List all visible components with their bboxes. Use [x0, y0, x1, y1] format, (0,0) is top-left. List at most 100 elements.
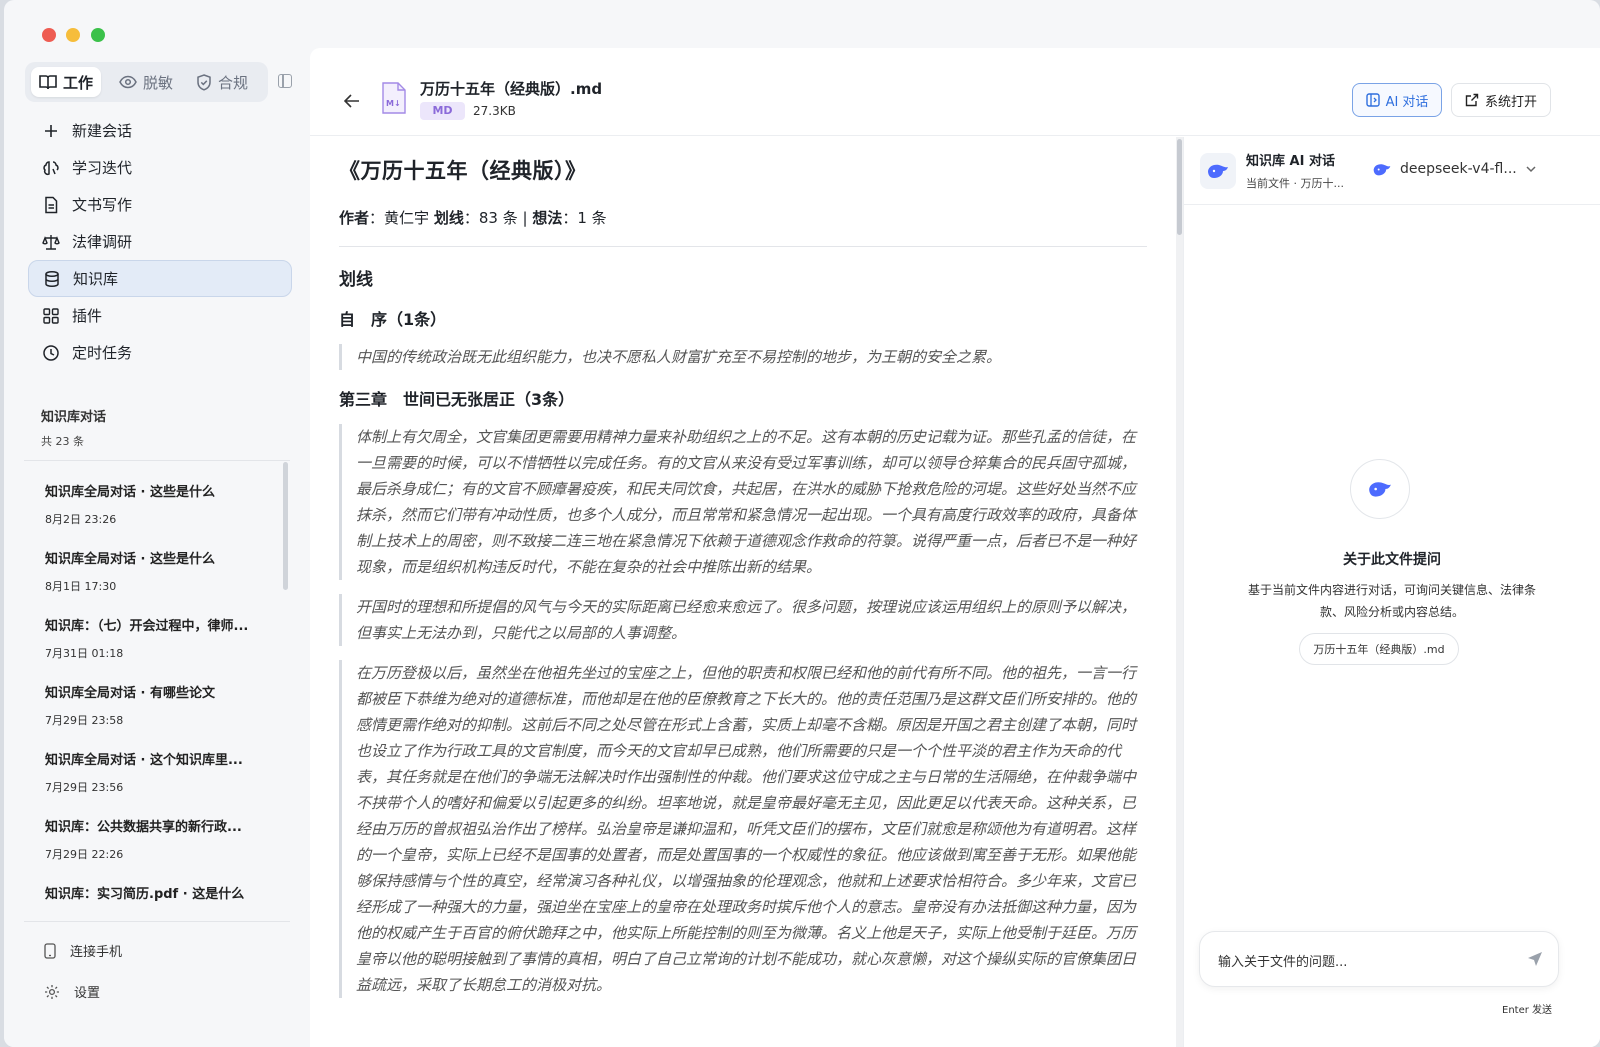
book-icon	[39, 75, 57, 90]
file-name: 万历十五年（经典版）.md	[420, 80, 603, 98]
kb-conversations-title: 知识库对话	[41, 410, 107, 425]
phone-icon	[44, 942, 56, 959]
empty-state-description-line2: 款、风险分析或内容总结。	[1319, 605, 1464, 619]
conversation-list: 知识库全局对话 · 这些是什么 8月2日 23:26 知识库全局对话 · 这些是什…	[28, 472, 282, 914]
nav-scheduled-tasks[interactable]: 定时任务	[28, 334, 292, 371]
list-item[interactable]: 知识库全局对话 · 有哪些论文 7月29日 23:58	[28, 673, 282, 740]
send-icon[interactable]	[1526, 950, 1544, 968]
list-item[interactable]: 知识库全局对话 · 这些是什么 8月1日 17:30	[28, 539, 282, 606]
mode-switcher: 工作 脱敏 合规	[25, 62, 268, 102]
conversation-title: 知识库：（七）开会过程中，律师...	[45, 619, 249, 634]
meta-highlight-label: 划线	[433, 209, 464, 227]
zoom-window-button[interactable]	[91, 28, 105, 42]
grid-icon	[43, 307, 59, 324]
meta-note-label: 想法	[532, 209, 563, 227]
minimize-window-button[interactable]	[66, 28, 80, 42]
chat-header: 知识库 AI 对话 当前文件 · 万历十... deepseek-v4-fl..…	[1184, 137, 1600, 205]
conversation-scrollbar[interactable]	[283, 462, 288, 590]
panel-icon	[1365, 93, 1380, 107]
markdown-file-icon: M↓	[382, 82, 406, 114]
conversation-title: 知识库：实习简历.pdf · 这是什么	[45, 887, 245, 902]
svg-text:M↓: M↓	[386, 99, 401, 108]
connect-phone-button[interactable]: 连接手机	[44, 941, 122, 960]
nav-new-session-label: 新建会话	[72, 122, 133, 140]
scrollbar-thumb[interactable]	[1177, 139, 1182, 235]
divider	[24, 460, 290, 461]
list-item[interactable]: 知识库：实习简历.pdf · 这是什么	[28, 874, 282, 914]
database-icon	[45, 270, 59, 287]
chapter-heading: 第三章 世间已无张居正（3条）	[339, 390, 575, 409]
conversation-title: 知识库：公共数据共享的新行政...	[45, 820, 242, 835]
title-bar	[4, 0, 1600, 48]
plus-icon	[45, 124, 57, 137]
file-type-badge: MD	[420, 102, 465, 120]
highlight-quote: 体制上有欠周全，文官集团更需要用精神力量来补助组织之上的不足。这有本朝的历史记载…	[339, 424, 1147, 580]
app-window: 工作 脱敏 合规 新建会话 学习迭代 文书写作 法律调研 知识库 插件 定时任务…	[4, 0, 1600, 1047]
conversation-title: 知识库全局对话 · 这些是什么	[45, 485, 215, 500]
empty-state-title: 关于此文件提问	[1343, 552, 1441, 568]
segment-work-label: 工作	[63, 73, 94, 92]
meta-author: 黄仁宇	[384, 209, 430, 227]
chat-title: 知识库 AI 对话	[1246, 154, 1335, 169]
nav-legal-research-label: 法律调研	[72, 233, 133, 251]
segment-compliance[interactable]: 合规	[188, 67, 256, 97]
settings-button[interactable]: 设置	[44, 982, 100, 1001]
nav-plugins-label: 插件	[72, 307, 103, 325]
list-item[interactable]: 知识库：公共数据共享的新行政... 7月29日 22:26	[28, 807, 282, 874]
main-panel: M↓ 万历十五年（经典版）.md MD 27.3KB AI 对话 系统打开 《万…	[310, 48, 1600, 1047]
nav-knowledge-base[interactable]: 知识库	[28, 260, 292, 297]
open-with-system-button[interactable]: 系统打开	[1451, 83, 1551, 117]
conversation-date: 7月29日 23:58	[45, 714, 124, 727]
ai-chat-panel: 知识库 AI 对话 当前文件 · 万历十... deepseek-v4-fl..…	[1183, 137, 1600, 1047]
document-icon	[45, 196, 58, 213]
whale-logo-icon	[1200, 153, 1236, 189]
sidebar: 工作 脱敏 合规 新建会话 学习迭代 文书写作 法律调研 知识库 插件 定时任务…	[4, 48, 312, 1047]
enter-to-send-hint: Enter 发送	[1502, 1005, 1553, 1016]
nav-writing-label: 文书写作	[72, 196, 133, 214]
divider	[339, 246, 1147, 247]
question-input[interactable]: 输入关于文件的问题...	[1199, 931, 1559, 987]
ai-chat-button-label: AI 对话	[1385, 94, 1429, 110]
meta-note-count: 1 条	[577, 209, 607, 227]
nav-writing[interactable]: 文书写作	[28, 186, 292, 223]
main-nav: 新建会话 学习迭代 文书写作 法律调研 知识库 插件 定时任务	[28, 112, 292, 371]
sidebar-toggle-icon[interactable]	[278, 74, 292, 88]
section-heading: 划线	[339, 270, 373, 290]
list-item[interactable]: 知识库全局对话 · 这些是什么 8月2日 23:26	[28, 472, 282, 539]
close-window-button[interactable]	[42, 28, 56, 42]
settings-label: 设置	[74, 986, 101, 1001]
segment-desensitize[interactable]: 脱敏	[111, 67, 181, 97]
model-selector[interactable]: deepseek-v4-fl...	[1372, 161, 1537, 177]
meta-author-label: 作者	[339, 209, 370, 227]
list-item[interactable]: 知识库全局对话 · 这个知识库里... 7月29日 23:56	[28, 740, 282, 807]
nav-learning[interactable]: 学习迭代	[28, 149, 292, 186]
file-size: 27.3KB	[473, 104, 516, 118]
list-item[interactable]: 知识库：（七）开会过程中，律师... 7月31日 01:18	[28, 606, 282, 673]
conversation-title: 知识库全局对话 · 这些是什么	[45, 552, 215, 567]
connect-phone-label: 连接手机	[70, 945, 123, 960]
segment-compliance-label: 合规	[218, 73, 249, 92]
ai-chat-button[interactable]: AI 对话	[1352, 83, 1442, 117]
nav-legal-research[interactable]: 法律调研	[28, 223, 292, 260]
back-arrow-icon[interactable]	[343, 92, 360, 113]
open-with-system-label: 系统打开	[1484, 94, 1537, 110]
nav-plugins[interactable]: 插件	[28, 297, 292, 334]
document-scrollbar[interactable]	[1176, 137, 1183, 1047]
gear-icon	[45, 984, 59, 999]
conversation-title: 知识库全局对话 · 这个知识库里...	[45, 753, 243, 768]
conversation-title: 知识库全局对话 · 有哪些论文	[45, 686, 215, 701]
kb-conversations-header: 知识库对话 共 23 条	[41, 406, 106, 449]
kb-conversations-count: 共 23 条	[41, 435, 84, 448]
file-context-chip[interactable]: 万历十五年（经典版）.md	[1299, 633, 1459, 665]
document-viewer[interactable]: 《万历十五年（经典版）》 作者：黄仁宇 划线：83 条 | 想法：1 条 划线 …	[310, 137, 1176, 1047]
conversation-date: 7月31日 01:18	[45, 647, 124, 660]
question-input-placeholder: 输入关于文件的问题...	[1218, 955, 1348, 970]
document-title: 《万历十五年（经典版）》	[339, 159, 587, 183]
segment-desensitize-label: 脱敏	[143, 73, 174, 92]
eye-icon	[119, 75, 137, 89]
nav-new-session[interactable]: 新建会话	[28, 112, 292, 149]
divider	[24, 921, 290, 922]
shield-icon	[197, 73, 211, 91]
segment-work[interactable]: 工作	[31, 67, 102, 97]
deepseek-logo-icon	[1373, 163, 1391, 175]
